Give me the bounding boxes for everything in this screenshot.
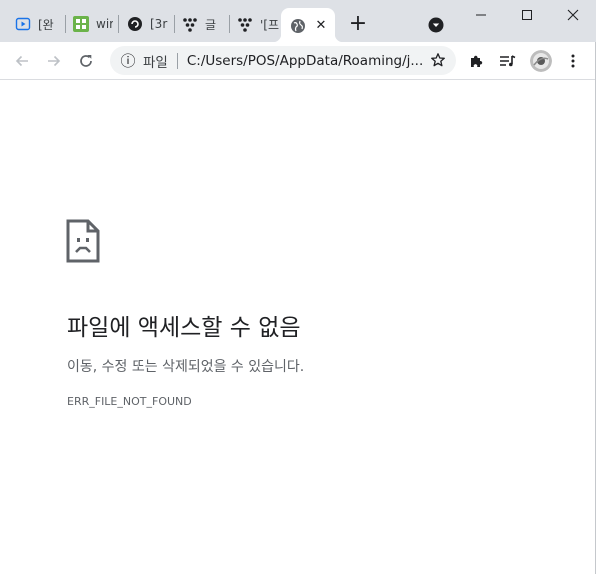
tab-separator — [65, 15, 66, 33]
close-window-button[interactable] — [550, 0, 596, 30]
address-bar[interactable]: ⓘ 파일 C:/Users/POS/AppData/Roaming/j... — [110, 46, 456, 75]
media-queue-icon[interactable] — [498, 51, 518, 71]
tab-3-title: [3r — [150, 17, 168, 31]
close-tab-icon[interactable]: ✕ — [313, 16, 329, 36]
tab-separator — [229, 15, 230, 33]
tab-3[interactable]: [3r — [127, 9, 169, 39]
tab-separator — [174, 15, 175, 33]
video-icon — [15, 16, 31, 32]
info-icon[interactable]: ⓘ — [119, 50, 137, 71]
grid-app-icon — [73, 16, 89, 32]
tab-strip: [완 wir [3r 글 '[프 ✕ + — [0, 0, 596, 42]
new-tab-button[interactable]: + — [346, 12, 370, 36]
tab-2-title: wir — [96, 17, 113, 31]
error-code: ERR_FILE_NOT_FOUND — [67, 395, 192, 408]
globe-icon — [290, 18, 306, 34]
tab-search-icon[interactable] — [427, 16, 445, 34]
tab-2[interactable]: wir — [73, 9, 113, 39]
browser-toolbar: ⓘ 파일 C:/Users/POS/AppData/Roaming/j... — [0, 42, 596, 80]
kebab-menu-icon[interactable] — [565, 51, 581, 71]
round-logo-icon — [127, 16, 143, 32]
tab-1-title: [완 — [38, 17, 54, 32]
sad-file-icon — [66, 219, 100, 263]
tab-1[interactable]: [완 — [15, 9, 60, 39]
tab-4[interactable]: 글 — [182, 9, 224, 39]
error-title: 파일에 액세스할 수 없음 — [67, 315, 301, 341]
scheme-chip[interactable]: 파일 — [143, 51, 168, 71]
omnibox-divider — [176, 52, 178, 69]
dots-logo-icon — [182, 16, 198, 32]
bookmark-star-icon[interactable] — [430, 52, 446, 68]
url-text[interactable]: C:/Users/POS/AppData/Roaming/j... — [187, 53, 423, 69]
reload-icon[interactable] — [75, 50, 97, 72]
tab-separator — [118, 15, 119, 33]
minimize-button[interactable] — [458, 0, 504, 30]
maximize-button[interactable] — [504, 0, 550, 30]
tab-5-title: '[프 — [260, 17, 279, 32]
tab-4-title: 글 — [205, 17, 217, 32]
profile-avatar[interactable] — [530, 50, 552, 72]
extensions-puzzle-icon[interactable] — [467, 51, 487, 71]
active-tab[interactable]: ✕ — [273, 8, 343, 42]
dots-logo-icon — [237, 16, 253, 32]
page-content: 파일에 액세스할 수 없음 이동, 수정 또는 삭제되었을 수 있습니다. ER… — [0, 80, 596, 574]
forward-arrow-icon[interactable] — [43, 50, 65, 72]
error-message: 이동, 수정 또는 삭제되었을 수 있습니다. — [67, 359, 305, 375]
back-arrow-icon[interactable] — [11, 50, 33, 72]
